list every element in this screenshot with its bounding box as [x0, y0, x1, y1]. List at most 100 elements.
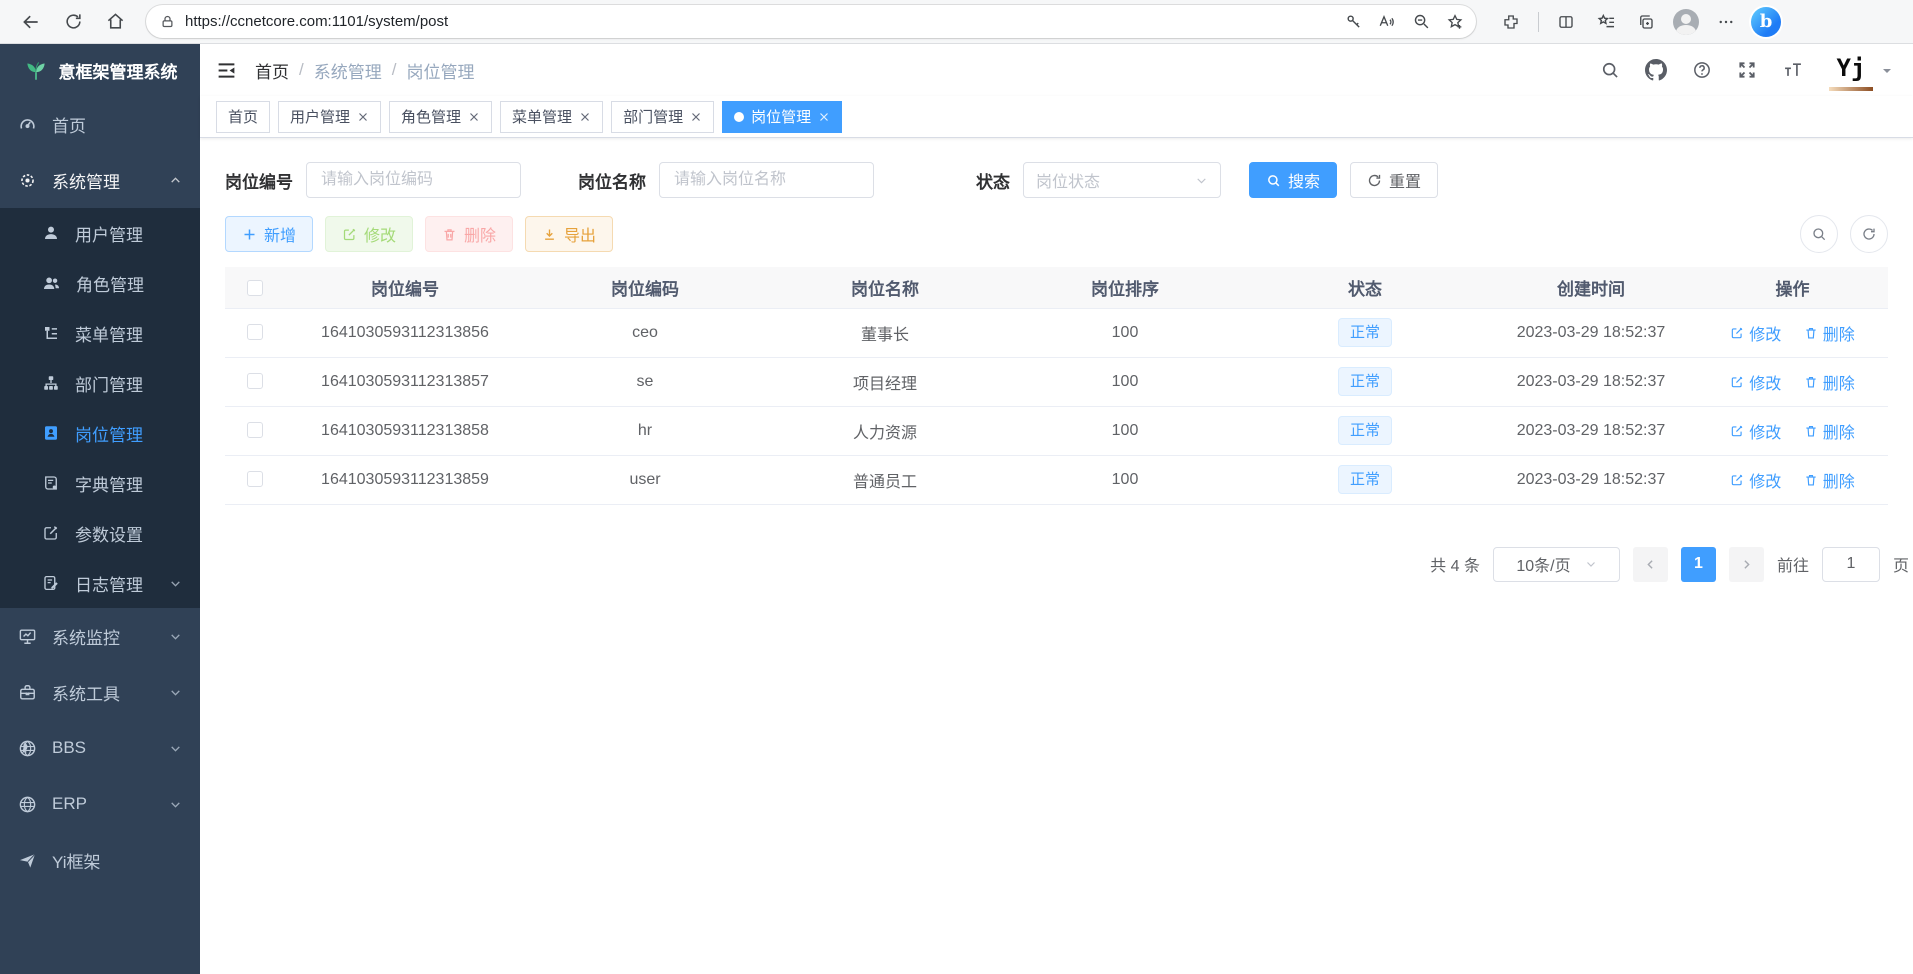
sidebar-item-logs[interactable]: 日志管理 [0, 558, 200, 608]
select-all-checkbox[interactable] [247, 280, 263, 296]
app-logo[interactable]: 意框架管理系统 [0, 44, 200, 96]
page-size-select[interactable]: 10条/页 [1493, 547, 1620, 582]
key-icon[interactable] [1338, 7, 1368, 37]
table-row[interactable]: 1641030593112313856 ceo 董事长 100 正常 2023-… [225, 308, 1888, 357]
zoom-out-icon[interactable] [1406, 7, 1436, 37]
close-icon[interactable] [357, 111, 369, 123]
tab-roles[interactable]: 角色管理 [389, 101, 492, 133]
page-unit-label: 页 [1893, 552, 1909, 576]
row-edit-link[interactable]: 修改 [1730, 419, 1781, 443]
post-code-label: 岗位编号 [225, 168, 293, 193]
prev-page-button[interactable] [1633, 547, 1668, 582]
sidebar-item-tools[interactable]: 系统工具 [0, 664, 200, 720]
close-icon[interactable] [818, 111, 830, 123]
trash-icon [442, 227, 457, 242]
status-select[interactable]: 岗位状态 [1023, 162, 1221, 198]
row-delete-link[interactable]: 删除 [1804, 468, 1855, 492]
tab-departments[interactable]: 部门管理 [611, 101, 714, 133]
table-row[interactable]: 1641030593112313858 hr 人力资源 100 正常 2023-… [225, 406, 1888, 455]
next-page-button[interactable] [1729, 547, 1764, 582]
edit-square-icon [42, 524, 60, 542]
sidebar-item-bbs[interactable]: BBS [0, 720, 200, 776]
goto-page-input[interactable] [1822, 547, 1880, 582]
row-checkbox[interactable] [247, 471, 263, 487]
sidebar-item-home[interactable]: 首页 [0, 96, 200, 152]
row-edit-link[interactable]: 修改 [1730, 468, 1781, 492]
table-row[interactable]: 1641030593112313857 se 项目经理 100 正常 2023-… [225, 357, 1888, 406]
delete-button[interactable]: 删除 [425, 216, 513, 252]
header-search-icon[interactable] [1600, 60, 1620, 80]
close-icon[interactable] [468, 111, 480, 123]
sidebar-item-menus[interactable]: 菜单管理 [0, 308, 200, 358]
toggle-search-button[interactable] [1800, 215, 1838, 253]
sidebar-item-roles[interactable]: 角色管理 [0, 258, 200, 308]
sidebar-item-label: Yi框架 [52, 848, 101, 873]
row-delete-link[interactable]: 删除 [1804, 419, 1855, 443]
url-text[interactable]: https://ccnetcore.com:1101/system/post [185, 13, 1328, 30]
close-icon[interactable] [579, 111, 591, 123]
row-edit-link[interactable]: 修改 [1730, 370, 1781, 394]
edit-icon [1730, 473, 1744, 487]
row-checkbox[interactable] [247, 422, 263, 438]
fullscreen-icon[interactable] [1737, 60, 1757, 80]
sidebar-item-users[interactable]: 用户管理 [0, 208, 200, 258]
table-row[interactable]: 1641030593112313859 user 普通员工 100 正常 202… [225, 455, 1888, 504]
sidebar-item-label: 菜单管理 [75, 321, 143, 346]
sidebar-item-system[interactable]: 系统管理 [0, 152, 200, 208]
github-icon[interactable] [1645, 59, 1667, 81]
bing-copilot-icon[interactable]: b [1749, 5, 1783, 39]
read-aloud-icon[interactable] [1372, 7, 1402, 37]
add-button[interactable]: 新增 [225, 216, 313, 252]
extensions-icon[interactable] [1494, 5, 1528, 39]
post-code-input[interactable] [306, 162, 521, 198]
row-delete-link[interactable]: 删除 [1804, 370, 1855, 394]
status-badge: 正常 [1338, 465, 1392, 494]
edit-button[interactable]: 修改 [325, 216, 413, 252]
tab-menus[interactable]: 菜单管理 [500, 101, 603, 133]
row-edit-link[interactable]: 修改 [1730, 321, 1781, 345]
sidebar-item-monitoring[interactable]: 系统监控 [0, 608, 200, 664]
collapse-sidebar-icon[interactable] [216, 60, 237, 81]
refresh-table-button[interactable] [1850, 215, 1888, 253]
sidebar-item-yi-framework[interactable]: Yi框架 [0, 832, 200, 888]
breadcrumb-system: 系统管理 [314, 58, 382, 83]
post-name-input[interactable] [659, 162, 874, 198]
search-icon [1811, 226, 1827, 242]
more-icon[interactable] [1709, 5, 1743, 39]
chevron-left-icon [1644, 558, 1657, 571]
row-checkbox[interactable] [247, 324, 263, 340]
sidebar-item-label: 日志管理 [75, 571, 143, 596]
home-icon[interactable] [98, 5, 132, 39]
favorites-icon[interactable] [1589, 5, 1623, 39]
search-button[interactable]: 搜索 [1249, 162, 1337, 198]
sidebar-item-parameters[interactable]: 参数设置 [0, 508, 200, 558]
sidebar-item-erp[interactable]: ERP [0, 776, 200, 832]
sidebar-item-departments[interactable]: 部门管理 [0, 358, 200, 408]
lock-icon[interactable] [160, 14, 175, 29]
split-screen-icon[interactable] [1549, 5, 1583, 39]
chevron-down-icon [169, 630, 182, 643]
profile-icon[interactable] [1669, 5, 1703, 39]
sidebar-item-posts[interactable]: 岗位管理 [0, 408, 200, 458]
tab-home[interactable]: 首页 [216, 101, 270, 133]
address-bar[interactable]: https://ccnetcore.com:1101/system/post [146, 5, 1476, 38]
plus-icon [242, 227, 257, 242]
font-size-icon[interactable] [1782, 60, 1804, 80]
reset-button[interactable]: 重置 [1350, 162, 1438, 198]
back-icon[interactable] [14, 5, 48, 39]
close-icon[interactable] [690, 111, 702, 123]
collections-icon[interactable] [1629, 5, 1663, 39]
breadcrumb-home[interactable]: 首页 [255, 58, 289, 83]
tab-posts[interactable]: 岗位管理 [722, 101, 842, 133]
refresh-icon[interactable] [56, 5, 90, 39]
row-checkbox[interactable] [247, 373, 263, 389]
export-button[interactable]: 导出 [525, 216, 613, 252]
current-page[interactable]: 1 [1681, 547, 1716, 582]
add-favorite-icon[interactable] [1440, 7, 1470, 37]
user-avatar[interactable]: Yj [1829, 49, 1893, 91]
row-delete-link[interactable]: 删除 [1804, 321, 1855, 345]
sidebar-item-dictionaries[interactable]: 字典管理 [0, 458, 200, 508]
help-icon[interactable] [1692, 60, 1712, 80]
tab-users[interactable]: 用户管理 [278, 101, 381, 133]
sidebar-item-label: 字典管理 [75, 471, 143, 496]
